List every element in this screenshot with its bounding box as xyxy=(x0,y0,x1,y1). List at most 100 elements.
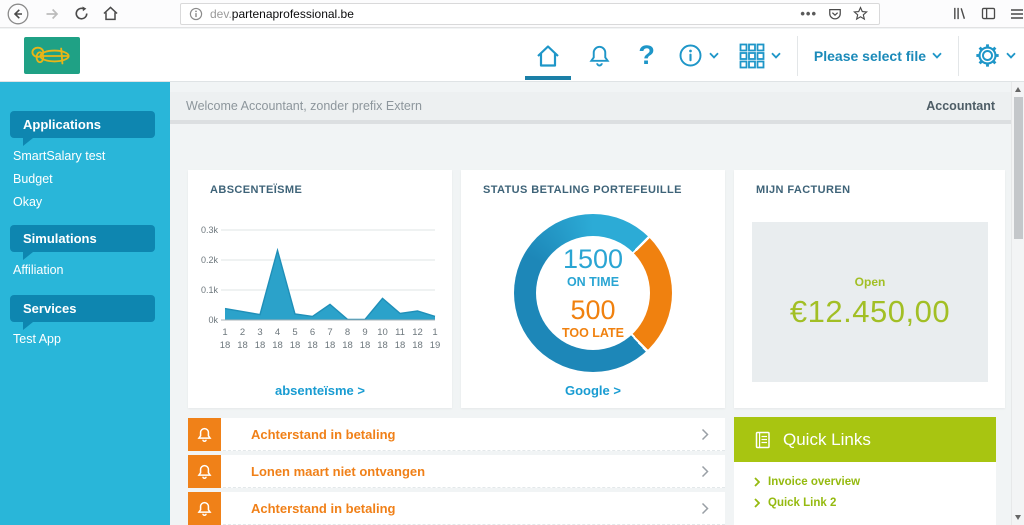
quick-link-2[interactable]: Quick Link 2 xyxy=(754,497,996,509)
gear-icon xyxy=(975,43,1000,68)
pocket-icon[interactable] xyxy=(828,7,842,21)
welcome-message: Welcome Accountant, zonder prefix Extern xyxy=(186,99,422,113)
alert-row[interactable]: Lonen maart niet ontvangen xyxy=(188,455,725,488)
svg-text:18: 18 xyxy=(290,340,301,351)
chevron-down-icon xyxy=(932,52,942,59)
quick-links-panel: Quick Links Invoice overview Quick Link … xyxy=(734,417,996,525)
svg-text:6: 6 xyxy=(310,327,315,338)
reload-icon[interactable] xyxy=(74,6,89,21)
svg-text:18: 18 xyxy=(255,340,266,351)
forward-icon[interactable] xyxy=(44,6,60,22)
url-bar[interactable]: dev.partenaprofessional.be ••• xyxy=(180,3,880,25)
nav-info[interactable] xyxy=(678,29,719,82)
scroll-up-arrow[interactable] xyxy=(1015,87,1021,92)
quick-links-header: Quick Links xyxy=(734,417,996,462)
open-invoices-panel: Open €12.450,00 xyxy=(752,222,988,382)
header-nav: ? Please select file xyxy=(522,29,1022,82)
svg-text:10: 10 xyxy=(377,327,388,338)
alert-bell-icon xyxy=(188,418,221,451)
svg-text:12: 12 xyxy=(412,327,423,338)
nav-notifications[interactable] xyxy=(587,29,612,82)
svg-text:1: 1 xyxy=(222,327,227,338)
donut-center: 1500 ON TIME 500 TOO LATE xyxy=(536,236,650,350)
google-link[interactable]: Google > xyxy=(461,383,725,398)
bookmark-star-icon[interactable] xyxy=(853,6,868,21)
svg-text:5: 5 xyxy=(292,327,297,338)
menu-hamburger-icon[interactable] xyxy=(1010,8,1024,20)
card-title: MIJN FACTUREN xyxy=(756,184,850,196)
svg-text:0.1k: 0.1k xyxy=(201,285,219,295)
absenteeism-area-chart: 0k0.1k0.2k0.3k11821831841851861871881891… xyxy=(197,218,443,358)
alert-label: Achterstand in betaling xyxy=(251,427,701,442)
page-info-icon[interactable] xyxy=(189,7,203,21)
chevron-down-icon xyxy=(709,52,719,59)
ledger-icon xyxy=(754,431,772,449)
sidebar-item-budget[interactable]: Budget xyxy=(13,172,53,186)
select-file-label: Please select file xyxy=(814,48,926,64)
svg-text:9: 9 xyxy=(362,327,367,338)
question-mark-icon: ? xyxy=(638,40,655,71)
alert-row[interactable]: Achterstand in betaling xyxy=(188,492,725,525)
alert-bell-icon xyxy=(188,492,221,525)
info-icon xyxy=(678,43,703,68)
partena-logo[interactable] xyxy=(24,37,80,74)
chevron-down-icon xyxy=(1006,52,1016,59)
sidebar-section-applications[interactable]: Applications xyxy=(10,111,155,138)
svg-text:18: 18 xyxy=(342,340,353,351)
header-divider xyxy=(958,36,959,76)
chevron-right-icon xyxy=(701,502,709,515)
quick-links-body: Invoice overview Quick Link 2 xyxy=(734,462,996,525)
sidebar-toggle-icon[interactable] xyxy=(981,6,996,21)
too-late-value: 500 xyxy=(570,297,615,324)
payment-status-donut-chart: 1500 ON TIME 500 TOO LATE xyxy=(514,214,672,372)
browser-toolbar: dev.partenaprofessional.be ••• xyxy=(0,0,1024,28)
svg-text:18: 18 xyxy=(395,340,406,351)
nav-settings[interactable] xyxy=(975,29,1016,82)
nav-apps-grid[interactable] xyxy=(739,29,781,82)
card-title: STATUS BETALING PORTEFEUILLE xyxy=(483,184,682,196)
page-scrollbar[interactable] xyxy=(1011,82,1024,525)
svg-text:0k: 0k xyxy=(208,315,218,325)
svg-text:2: 2 xyxy=(240,327,245,338)
chevron-right-icon xyxy=(701,428,709,441)
sidebar-section-simulations[interactable]: Simulations xyxy=(10,225,155,252)
quick-link-invoice-overview[interactable]: Invoice overview xyxy=(754,476,996,488)
scrollbar-thumb[interactable] xyxy=(1014,97,1023,239)
app-header: ? Please select file xyxy=(0,29,1024,82)
sidebar-item-affiliation[interactable]: Affiliation xyxy=(13,263,64,277)
sidebar-item-okay[interactable]: Okay xyxy=(13,195,42,209)
on-time-label: ON TIME xyxy=(567,275,619,289)
on-time-value: 1500 xyxy=(563,246,623,273)
svg-text:18: 18 xyxy=(377,340,388,351)
svg-text:18: 18 xyxy=(325,340,336,351)
nav-home[interactable] xyxy=(535,29,561,82)
sidebar-section-services[interactable]: Services xyxy=(10,295,155,322)
card-title: ABSCENTEÏSME xyxy=(210,184,302,196)
absenteeism-link[interactable]: absenteïsme > xyxy=(188,383,452,398)
alert-label: Achterstand in betaling xyxy=(251,501,701,516)
svg-text:19: 19 xyxy=(430,340,441,351)
chevron-right-icon xyxy=(701,465,709,478)
alert-label: Lonen maart niet ontvangen xyxy=(251,464,701,479)
select-file-dropdown[interactable]: Please select file xyxy=(814,29,942,82)
main-content: Welcome Accountant, zonder prefix Extern… xyxy=(170,82,1011,525)
alert-bell-icon xyxy=(188,455,221,488)
svg-text:18: 18 xyxy=(412,340,423,351)
scroll-down-arrow[interactable] xyxy=(1015,515,1021,520)
chevron-right-icon xyxy=(754,477,760,487)
library-icon[interactable] xyxy=(952,6,967,21)
svg-text:0.3k: 0.3k xyxy=(201,225,219,235)
nav-help[interactable]: ? xyxy=(638,29,655,82)
header-divider xyxy=(797,36,798,76)
page-actions-icon[interactable]: ••• xyxy=(800,9,817,19)
svg-text:7: 7 xyxy=(327,327,332,338)
browser-home-icon[interactable] xyxy=(103,6,118,21)
alert-row[interactable]: Achterstand in betaling xyxy=(188,418,725,451)
svg-text:11: 11 xyxy=(395,327,405,338)
sidebar-item-smartsalary-test[interactable]: SmartSalary test xyxy=(13,149,105,163)
sidebar-item-test-app[interactable]: Test App xyxy=(13,332,61,346)
invoices-card: MIJN FACTUREN Open €12.450,00 xyxy=(734,170,1005,408)
welcome-bar: Welcome Accountant, zonder prefix Extern… xyxy=(170,92,1011,124)
open-amount: €12.450,00 xyxy=(790,294,950,330)
back-icon[interactable] xyxy=(7,3,29,25)
